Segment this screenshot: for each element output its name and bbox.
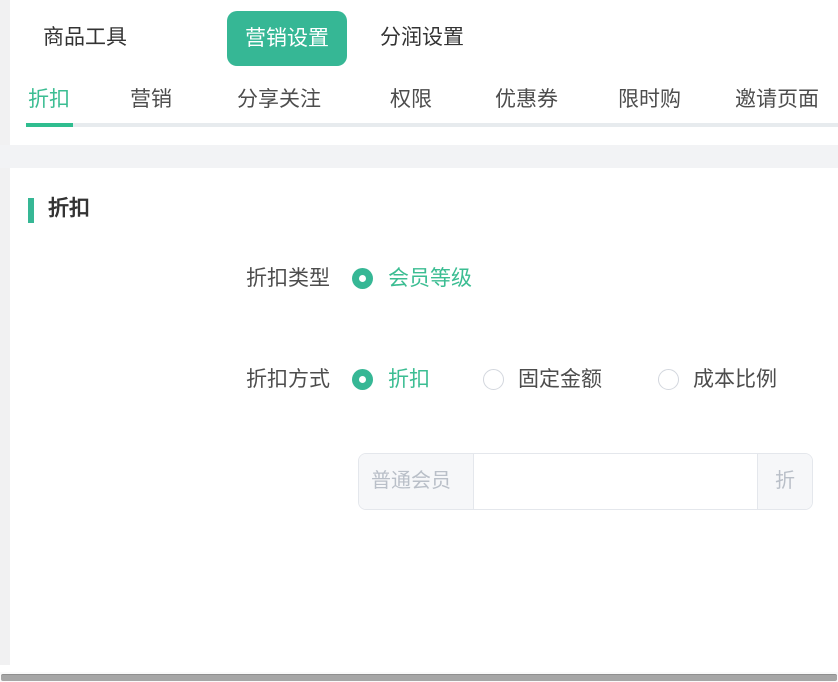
subtab-discount[interactable]: 折扣 — [28, 76, 70, 123]
radio-discount[interactable] — [352, 369, 373, 390]
radio-fixed-amount[interactable] — [483, 369, 504, 390]
tab-marketing-settings[interactable]: 营销设置 — [227, 11, 347, 66]
section-accent-bar — [28, 198, 34, 223]
discount-panel: 折扣 折扣类型 会员等级 折扣方式 折扣 固定金额 成本比例 普通会员 折 — [12, 168, 838, 672]
radio-fixed-amount-label[interactable]: 固定金额 — [518, 366, 602, 394]
radio-member-level-label[interactable]: 会员等级 — [388, 265, 472, 293]
active-tab-indicator — [26, 123, 73, 127]
page-left-gutter — [0, 0, 10, 665]
input-prefix-regular-member: 普通会员 — [359, 454, 474, 509]
radio-cost-ratio-label[interactable]: 成本比例 — [693, 366, 777, 394]
subtab-coupons[interactable]: 优惠券 — [495, 76, 558, 123]
section-title: 折扣 — [48, 194, 90, 224]
horizontal-scrollbar-track[interactable] — [0, 672, 838, 682]
secondary-tab-bar: 折扣 营销 分享关注 权限 优惠券 限时购 邀请页面 — [10, 76, 838, 127]
tab-underline-track — [26, 123, 838, 127]
subtab-permissions[interactable]: 权限 — [390, 76, 432, 123]
primary-tab-bar: 商品工具 营销设置 分润设置 — [10, 0, 838, 76]
radio-cost-ratio[interactable] — [658, 369, 679, 390]
discount-value-input[interactable] — [474, 454, 757, 509]
section-separator — [0, 145, 838, 168]
input-suffix-zhe: 折 — [757, 454, 812, 509]
radio-member-level[interactable] — [352, 268, 373, 289]
subtab-invite-page[interactable]: 邀请页面 — [735, 76, 819, 123]
horizontal-scrollbar-thumb[interactable] — [1, 674, 837, 681]
discount-method-label: 折扣方式 — [12, 366, 330, 394]
tab-profit-settings[interactable]: 分润设置 — [380, 0, 464, 76]
discount-type-label: 折扣类型 — [12, 265, 330, 293]
subtab-flash-sale[interactable]: 限时购 — [618, 76, 681, 123]
tab-product-tools[interactable]: 商品工具 — [43, 0, 127, 76]
member-discount-input-group: 普通会员 折 — [358, 453, 813, 510]
subtab-share-follow[interactable]: 分享关注 — [237, 76, 321, 123]
radio-discount-label[interactable]: 折扣 — [388, 366, 430, 394]
subtab-marketing[interactable]: 营销 — [130, 76, 172, 123]
